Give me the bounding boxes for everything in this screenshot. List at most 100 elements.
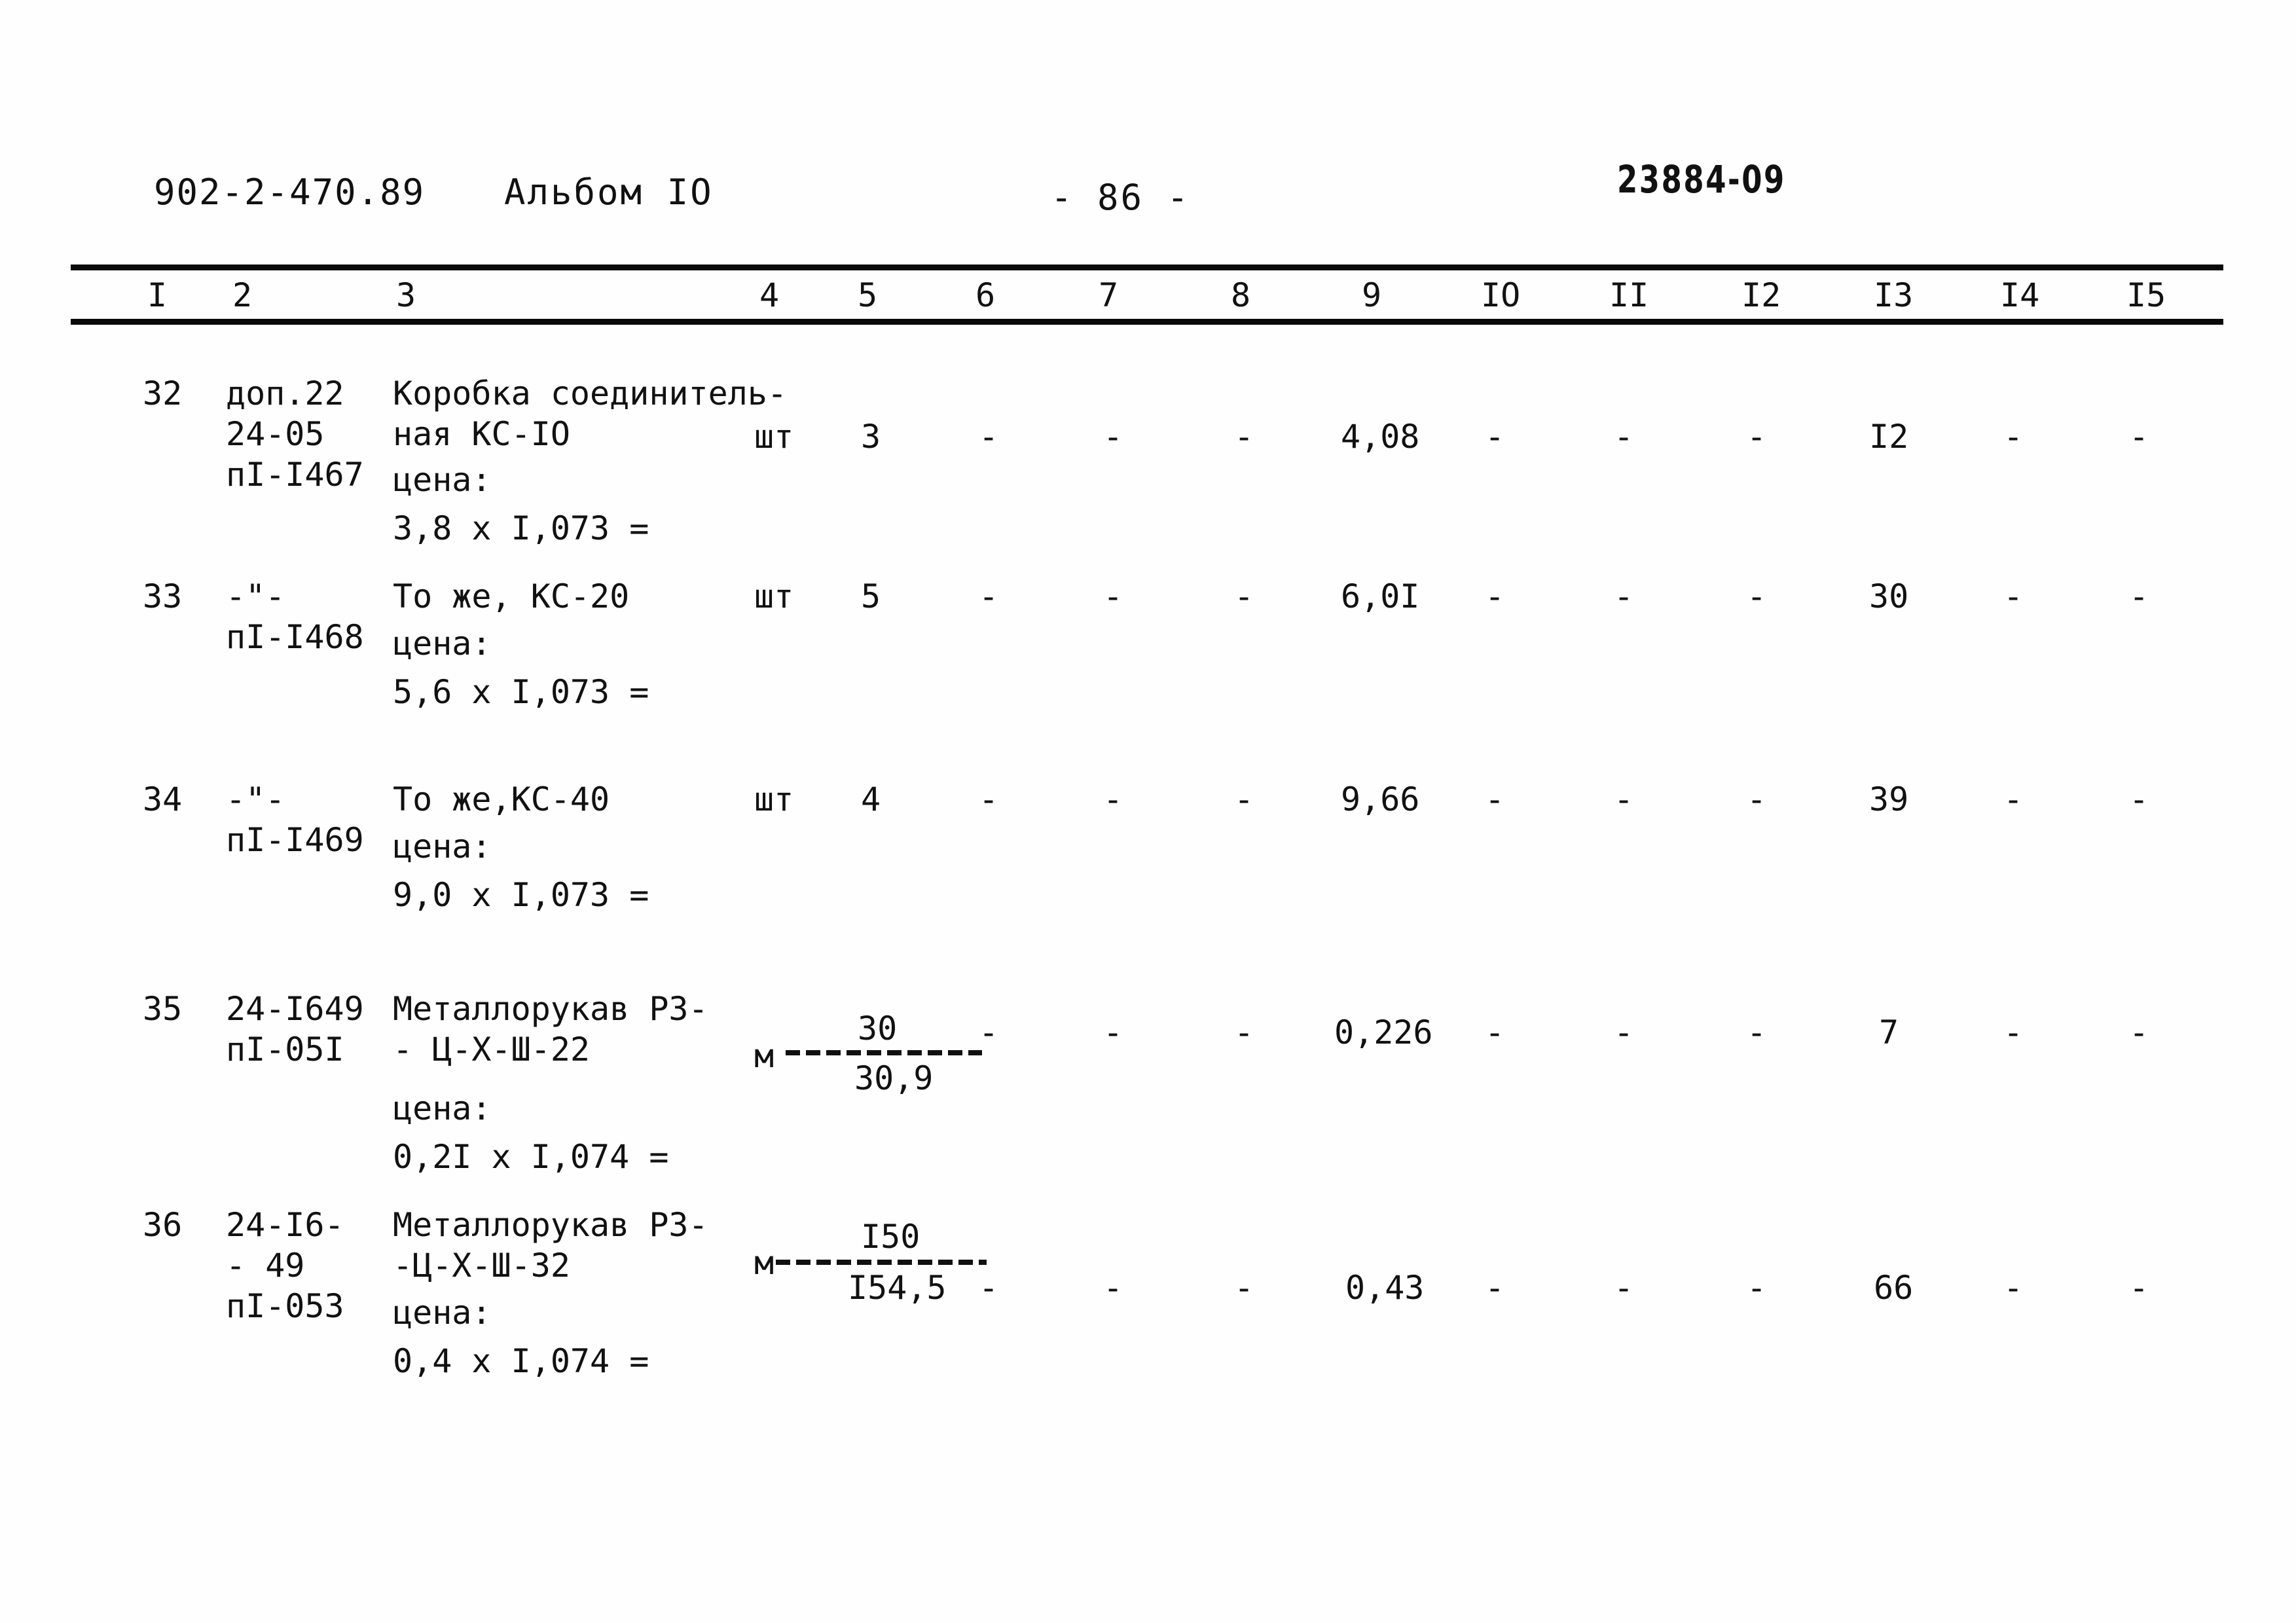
column-number-11: II [1609, 276, 1649, 314]
row-number: 32 [143, 374, 183, 412]
col9-cell: 6,0I [1341, 577, 1420, 615]
col9-cell: 0,226 [1334, 1013, 1433, 1051]
row-code-line-2: пI-05I [226, 1030, 344, 1068]
col12-cell: - [1747, 1269, 1767, 1307]
col10-cell: - [1485, 1013, 1505, 1051]
column-number-15: I5 [2126, 276, 2166, 314]
unit-cell: м [754, 1244, 774, 1282]
col11-cell: - [1614, 780, 1634, 818]
column-number-9: 9 [1362, 276, 1382, 314]
col8-cell: - [1234, 577, 1254, 615]
col11-cell: - [1614, 1013, 1634, 1051]
col8-cell: - [1234, 418, 1254, 456]
row-name-line-2: - Ц-Х-Ш-22 [393, 1030, 591, 1068]
row-name-line-1: То же, КС-20 [393, 577, 630, 615]
table-row: 35 24-I649 пI-05I Металлорукав РЗ- - Ц-Х… [0, 969, 2296, 1185]
col10-cell: - [1485, 780, 1505, 818]
col8-cell: - [1234, 780, 1254, 818]
row-number: 36 [143, 1206, 183, 1244]
price-label: цена: [393, 461, 492, 499]
unit-cell: м [754, 1037, 774, 1075]
quantity-cell: 3 [861, 418, 881, 456]
column-number-14: I4 [2000, 276, 2040, 314]
col14-cell: - [2003, 577, 2024, 615]
column-number-row: I 2 3 4 5 6 7 8 9 IO II I2 I3 I4 I5 [0, 272, 2296, 319]
col13-cell: I2 [1869, 418, 1909, 456]
col7-cell: - [1103, 780, 1123, 818]
row-number: 33 [143, 577, 183, 615]
col13-cell: 39 [1869, 780, 1909, 818]
row-code-line-3: пI-I467 [226, 456, 364, 494]
price-calculation: 5,6 х I,073 = [393, 673, 649, 711]
col6-cell: - [979, 1269, 999, 1307]
quantity-fraction: 30 30,9 [786, 1006, 989, 1110]
price-label: цена: [393, 828, 492, 866]
col15-cell: - [2129, 1013, 2149, 1051]
column-number-2: 2 [232, 276, 253, 314]
price-label: цена: [393, 625, 492, 663]
table-header-bottom-rule [71, 319, 2223, 325]
col12-cell: - [1747, 780, 1767, 818]
price-label: цена: [393, 1294, 492, 1332]
col9-cell: 4,08 [1341, 418, 1420, 456]
col8-cell: - [1234, 1269, 1254, 1307]
page-number: - 86 - [1051, 177, 1191, 218]
table-row: 32 доп.22 24-05 пI-I467 Коробка соединит… [0, 340, 2296, 556]
price-label: цена: [393, 1089, 492, 1127]
row-number: 35 [143, 990, 183, 1028]
row-name-line-1: То же,КС-40 [393, 780, 610, 818]
price-calculation: 0,2I х I,074 = [393, 1138, 669, 1176]
column-number-10: IO [1481, 276, 1521, 314]
unit-cell: шт [754, 577, 794, 615]
row-number: 34 [143, 780, 183, 818]
quantity-cell: 4 [861, 780, 881, 818]
row-name-line-2: -Ц-Х-Ш-32 [393, 1247, 570, 1285]
column-number-8: 8 [1231, 276, 1251, 314]
col7-cell: - [1103, 1269, 1123, 1307]
col10-cell: - [1485, 1269, 1505, 1307]
col12-cell: - [1747, 418, 1767, 456]
page-header: 902-2-470.89 Альбом IO - 86 - 23884-09 [0, 157, 2296, 218]
col6-cell: - [979, 1013, 999, 1051]
row-name-line-2: ная КС-IO [393, 415, 570, 453]
col7-cell: - [1103, 577, 1123, 615]
column-number-6: 6 [975, 276, 996, 314]
col6-cell: - [979, 577, 999, 615]
col14-cell: - [2003, 780, 2024, 818]
column-number-4: 4 [759, 276, 780, 314]
col8-cell: - [1234, 1013, 1254, 1051]
col13-cell: 7 [1879, 1013, 1899, 1051]
column-number-12: I2 [1741, 276, 1781, 314]
archive-stamp-number: 23884-09 [1617, 157, 1786, 202]
unit-cell: шт [754, 780, 794, 818]
document-page: 902-2-470.89 Альбом IO - 86 - 23884-09 I… [0, 0, 2296, 1623]
album-label: Альбом IO [504, 172, 714, 213]
price-calculation: 9,0 х I,073 = [393, 876, 649, 914]
col9-cell: 9,66 [1341, 780, 1420, 818]
quantity-numerator: 30 [858, 1010, 898, 1048]
col6-cell: - [979, 780, 999, 818]
col7-cell: - [1103, 418, 1123, 456]
table-row: 36 24-I6- - 49 пI-053 Металлорукав РЗ- -… [0, 1185, 2296, 1408]
col9-cell: 0,43 [1345, 1269, 1425, 1307]
price-calculation: 3,8 х I,073 = [393, 509, 649, 547]
quantity-fraction: I50 I54,5 [776, 1214, 1005, 1325]
table-row: 33 -"- пI-I468 То же, КС-20 цена: 5,6 х … [0, 556, 2296, 759]
unit-cell: шт [754, 418, 794, 456]
column-number-5: 5 [858, 276, 878, 314]
col11-cell: - [1614, 418, 1634, 456]
quantity-denominator: 30,9 [854, 1059, 934, 1097]
col13-cell: 30 [1869, 577, 1909, 615]
col12-cell: - [1747, 577, 1767, 615]
table-row: 34 -"- пI-I469 То же,КС-40 цена: 9,0 х I… [0, 759, 2296, 969]
col12-cell: - [1747, 1013, 1767, 1051]
table-top-rule [71, 264, 2223, 270]
col10-cell: - [1485, 577, 1505, 615]
table-body: 32 доп.22 24-05 пI-I467 Коробка соединит… [0, 340, 2296, 1408]
row-code-line-3: пI-053 [226, 1287, 344, 1325]
column-number-7: 7 [1099, 276, 1119, 314]
col15-cell: - [2129, 577, 2149, 615]
col10-cell: - [1485, 418, 1505, 456]
column-number-3: 3 [396, 276, 416, 314]
col15-cell: - [2129, 418, 2149, 456]
